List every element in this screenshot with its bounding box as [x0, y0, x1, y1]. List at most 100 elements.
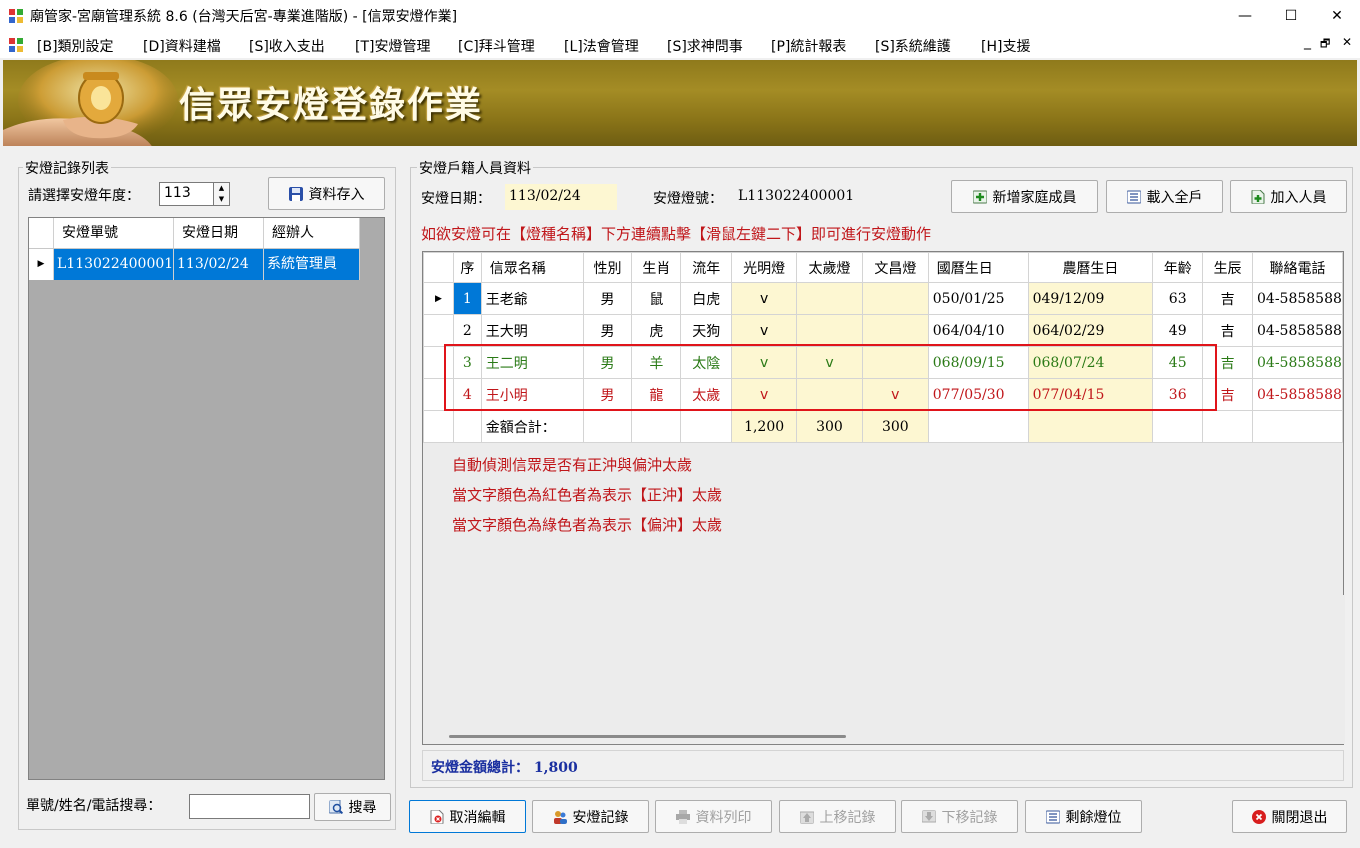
remaining-slots-button[interactable]: 剩餘燈位	[1025, 800, 1142, 833]
taisui-lamp-cell[interactable]	[796, 314, 863, 347]
phone-cell[interactable]: 04-5858588	[1252, 282, 1343, 315]
print-button[interactable]: 資料列印	[655, 800, 772, 833]
column-header-birth-hour[interactable]: 生辰	[1202, 252, 1253, 283]
record-date-cell[interactable]: 113/02/24	[174, 249, 264, 280]
horizontal-scrollbar[interactable]	[445, 732, 1345, 744]
move-up-button[interactable]: 上移記錄	[779, 800, 896, 833]
menu-item-system[interactable]: [S]系統維護	[875, 36, 951, 56]
record-no-cell[interactable]: L113022400001	[54, 249, 174, 280]
cancel-edit-button[interactable]: 取消編輯	[409, 800, 526, 833]
search-button[interactable]: 搜尋	[314, 793, 391, 821]
column-header-wenchang-lamp[interactable]: 文昌燈	[861, 252, 929, 283]
add-family-member-button[interactable]: 新增家庭成員	[951, 180, 1098, 213]
solar-birthday-cell[interactable]: 050/01/25	[927, 282, 1029, 315]
column-header-year[interactable]: 流年	[680, 252, 733, 283]
year-field[interactable]: 113	[159, 182, 214, 206]
phone-cell[interactable]: 04-5858588	[1252, 378, 1343, 411]
add-member-icon	[972, 190, 987, 203]
menu-item-data[interactable]: [D]資料建檔	[143, 36, 221, 56]
seq-cell[interactable]: 2	[452, 314, 482, 347]
spin-up-icon[interactable]: ▲	[214, 183, 229, 194]
gender-cell[interactable]: 男	[582, 282, 633, 315]
menu-item-dipper[interactable]: [C]拜斗管理	[458, 36, 535, 56]
year-cell[interactable]: 天狗	[680, 314, 733, 347]
menu-item-support[interactable]: [H]支援	[981, 36, 1030, 56]
table-row[interactable]: ▶ L113022400001 113/02/24 系統管理員	[29, 249, 360, 280]
menu-item-divination[interactable]: [S]求神問事	[667, 36, 743, 56]
row-header-cell	[423, 314, 454, 347]
table-row[interactable]: ▶ 1 王老爺 男 鼠 白虎 v 050/01/25 049/12/09 63 …	[423, 282, 1343, 315]
menu-item-ceremony[interactable]: [L]法會管理	[564, 36, 639, 56]
save-data-button[interactable]: 資料存入	[268, 177, 385, 210]
record-handler-cell[interactable]: 系統管理員	[264, 249, 360, 280]
minimize-button[interactable]: —	[1222, 0, 1268, 32]
menu-item-report[interactable]: [P]統計報表	[771, 36, 846, 56]
menu-bar: [B]類別設定 [D]資料建檔 [S]收入支出 [T]安燈管理 [C]拜斗管理 …	[0, 32, 1360, 58]
mdi-minimize-button[interactable]: _	[1304, 34, 1311, 50]
birth-hour-cell[interactable]: 吉	[1202, 282, 1253, 315]
phone-cell[interactable]: 04-5858588	[1252, 314, 1343, 347]
column-header-gender[interactable]: 性別	[582, 252, 633, 283]
name-cell[interactable]: 王大明	[480, 314, 584, 347]
maximize-button[interactable]: ☐	[1268, 0, 1314, 32]
zodiac-cell[interactable]: 鼠	[631, 282, 682, 315]
solar-birthday-cell[interactable]: 064/04/10	[927, 314, 1029, 347]
name-cell[interactable]: 王老爺	[480, 282, 584, 315]
year-cell[interactable]: 白虎	[680, 282, 733, 315]
lamp-date-field[interactable]: 113/02/24	[505, 184, 617, 210]
column-header-age[interactable]: 年齡	[1152, 252, 1204, 283]
load-household-button[interactable]: 載入全戶	[1106, 180, 1223, 213]
table-row[interactable]: 2 王大明 男 虎 天狗 v 064/04/10 064/02/29 49 吉 …	[423, 314, 1343, 347]
spin-down-icon[interactable]: ▼	[214, 194, 229, 205]
mdi-close-button[interactable]: ✕	[1342, 35, 1352, 49]
people-icon	[553, 810, 567, 824]
menu-item-lamp[interactable]: [T]安燈管理	[355, 36, 430, 56]
age-cell[interactable]: 49	[1152, 314, 1204, 347]
move-down-button[interactable]: 下移記錄	[901, 800, 1018, 833]
add-person-button[interactable]: 加入人員	[1230, 180, 1347, 213]
column-header-phone[interactable]: 聯絡電話	[1252, 252, 1343, 283]
column-header-zodiac[interactable]: 生肖	[631, 252, 682, 283]
household-grid[interactable]: 序 信眾名稱 性別 生肖 流年 光明燈 太歲燈 文昌燈 國曆生日 農曆生日 年齡…	[422, 251, 1345, 745]
age-cell[interactable]: 63	[1152, 282, 1204, 315]
lamp-no-label: 安燈燈號：	[653, 191, 723, 207]
notes-area	[445, 595, 1345, 735]
lunar-birthday-cell[interactable]: 064/02/29	[1027, 314, 1154, 347]
exit-button[interactable]: 關閉退出	[1232, 800, 1347, 833]
column-header-taisui-lamp[interactable]: 太歲燈	[796, 252, 863, 283]
column-header-seq[interactable]: 序	[452, 252, 482, 283]
column-header-date[interactable]: 安燈日期	[174, 218, 264, 248]
menu-item-income[interactable]: [S]收入支出	[249, 36, 325, 56]
scrollbar-thumb[interactable]	[449, 735, 846, 738]
close-button[interactable]: ✕	[1314, 0, 1360, 32]
birth-hour-cell[interactable]: 吉	[1202, 314, 1253, 347]
light-lamp-cell[interactable]: v	[731, 282, 798, 315]
row-header-cell	[423, 410, 454, 443]
seq-cell[interactable]: 1	[452, 282, 482, 315]
column-header-light-lamp[interactable]: 光明燈	[731, 252, 798, 283]
household-group-label: 安燈戶籍人員資料	[417, 158, 533, 178]
phone-cell[interactable]: 04-5858588	[1252, 346, 1343, 379]
column-header-name[interactable]: 信眾名稱	[480, 252, 584, 283]
year-spinner[interactable]: ▲ ▼	[213, 182, 230, 206]
lamp-record-button[interactable]: 安燈記錄	[532, 800, 649, 833]
total-light-lamp: 1,200	[731, 410, 798, 443]
wenchang-lamp-cell[interactable]	[861, 282, 929, 315]
column-header-lunar-birthday[interactable]: 農曆生日	[1027, 252, 1154, 283]
column-header-no[interactable]: 安燈單號	[54, 218, 174, 248]
column-header-solar-birthday[interactable]: 國曆生日	[927, 252, 1029, 283]
add-person-label: 加入人員	[1270, 189, 1327, 206]
add-family-label: 新增家庭成員	[992, 189, 1077, 206]
menu-item-category[interactable]: [B]類別設定	[37, 36, 114, 56]
gender-cell[interactable]: 男	[582, 314, 633, 347]
search-input[interactable]	[189, 794, 310, 819]
column-header-handler[interactable]: 經辦人	[264, 218, 360, 248]
zodiac-cell[interactable]: 虎	[631, 314, 682, 347]
light-lamp-cell[interactable]: v	[731, 314, 798, 347]
search-icon	[328, 800, 343, 814]
lunar-birthday-cell[interactable]: 049/12/09	[1027, 282, 1154, 315]
record-list-grid[interactable]: 安燈單號 安燈日期 經辦人 ▶ L113022400001 113/02/24 …	[28, 217, 385, 780]
wenchang-lamp-cell[interactable]	[861, 314, 929, 347]
mdi-restore-button[interactable]: 🗗	[1320, 35, 1330, 54]
taisui-lamp-cell[interactable]	[796, 282, 863, 315]
